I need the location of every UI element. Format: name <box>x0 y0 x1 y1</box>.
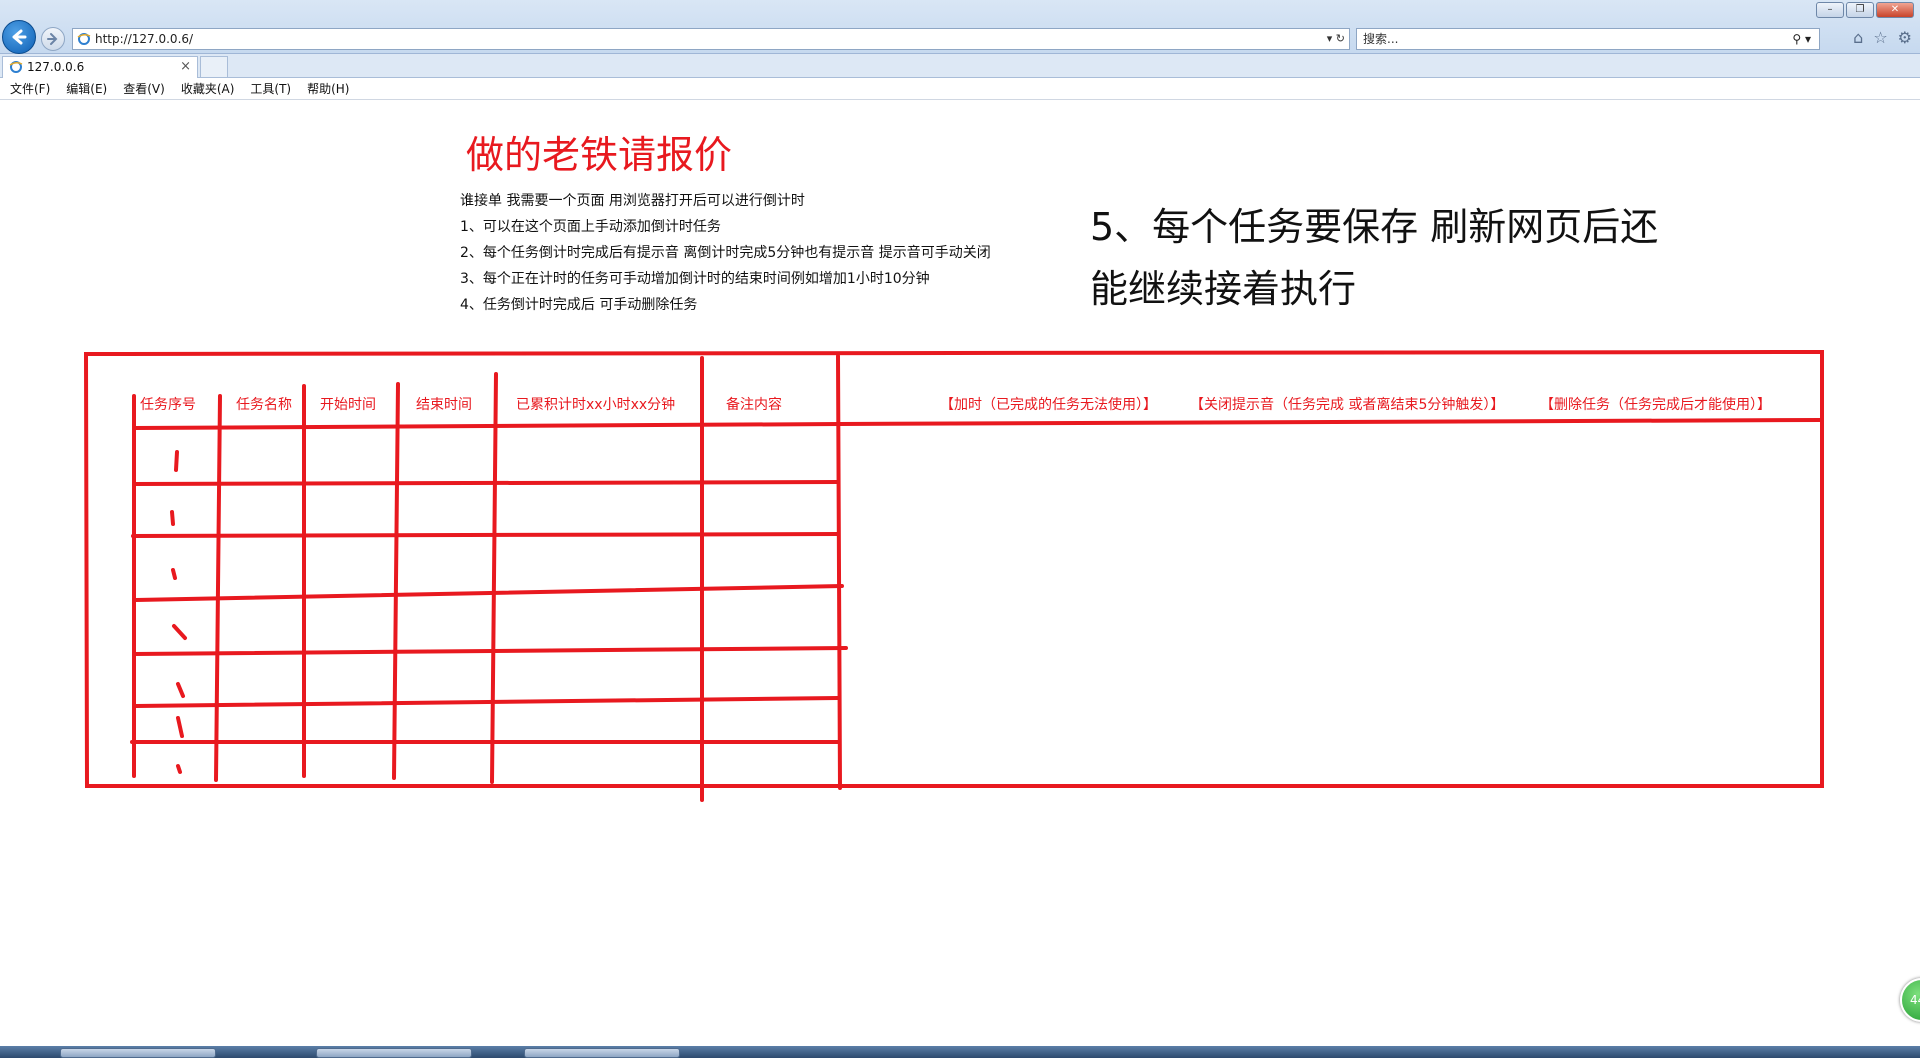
minimize-button[interactable]: – <box>1816 2 1844 18</box>
delete-task-action[interactable]: 【删除任务（任务完成后才能使用）】 <box>1540 394 1771 414</box>
restore-button[interactable]: ❐ <box>1846 2 1874 18</box>
window-controls: – ❐ ✕ <box>1816 2 1914 18</box>
search-icon[interactable]: ⚲ ▾ <box>1792 29 1811 49</box>
home-icon[interactable]: ⌂ <box>1853 28 1863 47</box>
tab-close-icon[interactable]: × <box>180 57 191 77</box>
toolbar-icons: ⌂ ☆ ⚙ <box>1853 28 1912 47</box>
search-input[interactable]: 搜索... ⚲ ▾ <box>1356 28 1820 50</box>
menu-view[interactable]: 查看(V) <box>123 78 165 99</box>
column-header-task-name: 任务名称 <box>236 397 292 413</box>
requirement-item: 2、每个任务倒计时完成后有提示音 离倒计时完成5分钟也有提示音 提示音可手动关闭 <box>460 245 991 261</box>
menu-file[interactable]: 文件(F) <box>10 78 50 99</box>
requirement-five: 5、每个任务要保存 刷新网页后还能继续接着执行 <box>1090 205 1659 311</box>
address-bar[interactable]: http://127.0.0.6/ ▾ ↻ <box>72 28 1350 50</box>
favorites-star-icon[interactable]: ☆ <box>1873 28 1887 47</box>
menu-favorites[interactable]: 收藏夹(A) <box>181 78 235 99</box>
new-tab-button[interactable] <box>200 56 228 78</box>
taskbar-item[interactable] <box>60 1048 216 1058</box>
taskbar-item[interactable] <box>316 1048 472 1058</box>
os-taskbar <box>0 1046 1920 1058</box>
browser-window: http://127.0.0.6/ ▾ ↻ 搜索... ⚲ ▾ – ❐ ✕ ⌂ … <box>0 0 1920 1058</box>
forward-button[interactable] <box>41 27 65 51</box>
requirements-list: 谁接单 我需要一个页面 用浏览器打开后可以进行倒计时 1、可以在这个页面上手动添… <box>460 188 991 318</box>
column-header-task-number: 任务序号 <box>140 397 196 413</box>
task-table-sketch: 任务序号 任务名称 开始时间 结束时间 已累积计时xx小时xx分钟 备注内容 【… <box>0 0 1920 1058</box>
tab-bar: 127.0.0.6 × <box>0 54 1920 78</box>
menu-tools[interactable]: 工具(T) <box>250 78 291 99</box>
column-header-start-time: 开始时间 <box>320 397 376 413</box>
page-title: 做的老铁请报价 <box>466 133 733 177</box>
back-button[interactable] <box>2 20 36 54</box>
mute-alert-action[interactable]: 【关闭提示音（任务完成 或者离结束5分钟触发）】 <box>1190 394 1504 414</box>
ie-page-icon <box>77 33 91 45</box>
tab-title: 127.0.0.6 <box>27 60 85 74</box>
requirement-item: 3、每个正在计时的任务可手动增加倒计时的结束时间例如增加1小时10分钟 <box>460 271 930 287</box>
search-placeholder: 搜索... <box>1363 32 1399 46</box>
browser-toolbar: http://127.0.0.6/ ▾ ↻ 搜索... ⚲ ▾ – ❐ ✕ ⌂ … <box>0 0 1920 54</box>
table-sketch-lines <box>83 349 1824 802</box>
intro-text: 谁接单 我需要一个页面 用浏览器打开后可以进行倒计时 <box>460 193 805 209</box>
ie-tab-icon <box>9 61 23 73</box>
menu-edit[interactable]: 编辑(E) <box>66 78 107 99</box>
requirement-item: 4、任务倒计时完成后 可手动删除任务 <box>460 297 698 313</box>
floating-badge[interactable]: 44 <box>1900 978 1920 1022</box>
requirement-item: 1、可以在这个页面上手动添加倒计时任务 <box>460 219 721 235</box>
menu-bar: 文件(F) 编辑(E) 查看(V) 收藏夹(A) 工具(T) 帮助(H) <box>0 78 1920 100</box>
column-header-elapsed-time: 已累积计时xx小时xx分钟 <box>516 397 676 413</box>
tab-active[interactable]: 127.0.0.6 × <box>2 56 198 78</box>
column-header-notes: 备注内容 <box>726 397 782 413</box>
add-time-action[interactable]: 【加时（已完成的任务无法使用）】 <box>940 394 1157 414</box>
settings-gear-icon[interactable]: ⚙ <box>1898 28 1912 47</box>
close-window-button[interactable]: ✕ <box>1876 2 1914 18</box>
forward-arrow-icon <box>47 33 58 45</box>
back-arrow-icon <box>12 29 27 45</box>
address-url: http://127.0.0.6/ <box>95 32 194 46</box>
column-header-end-time: 结束时间 <box>416 397 472 413</box>
taskbar-item[interactable] <box>524 1048 680 1058</box>
menu-help[interactable]: 帮助(H) <box>307 78 349 99</box>
refresh-icon[interactable]: ▾ ↻ <box>1327 29 1345 49</box>
